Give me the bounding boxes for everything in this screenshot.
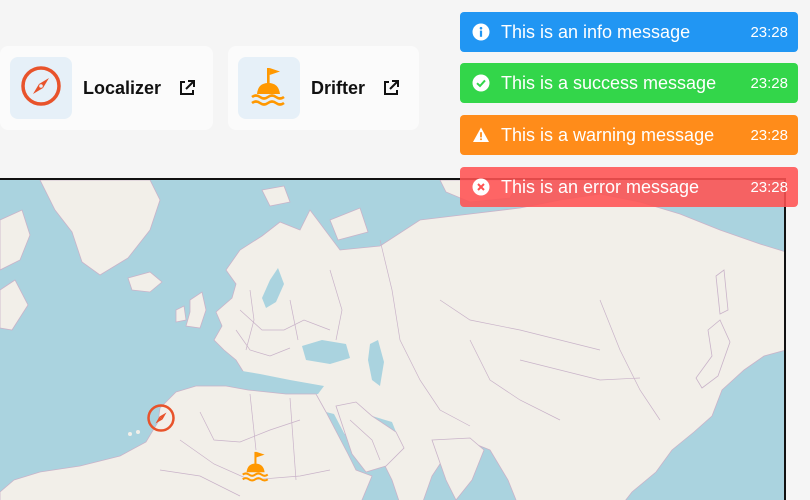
map-tiles	[0, 180, 784, 500]
toast-time: 23:28	[750, 178, 788, 196]
toast-time: 23:28	[750, 126, 788, 144]
localizer-icon-box	[10, 57, 72, 119]
compass-icon	[146, 404, 176, 437]
buoy-icon	[246, 63, 292, 114]
external-link-icon[interactable]	[177, 78, 197, 98]
toast-error[interactable]: This is an error message 23:28	[460, 167, 798, 207]
toast-warning[interactable]: This is a warning message 23:28	[460, 115, 798, 155]
map-marker-localizer[interactable]	[146, 403, 176, 438]
close-circle-icon	[472, 178, 490, 196]
app-name-localizer: Localizer	[83, 77, 162, 98]
compass-icon	[20, 65, 62, 112]
world-map[interactable]	[0, 178, 786, 500]
toast-success[interactable]: This is a success message 23:28	[460, 63, 798, 103]
toast-message: This is a success message	[501, 72, 717, 93]
buoy-icon	[238, 451, 274, 488]
toast-message: This is an error message	[501, 176, 700, 197]
toast-message: This is a warning message	[501, 124, 715, 145]
toast-time: 23:28	[750, 23, 788, 41]
app-card-drifter[interactable]: Drifter	[228, 46, 419, 130]
external-link-icon[interactable]	[381, 78, 401, 98]
drifter-icon-box	[238, 57, 300, 119]
toast-time: 23:28	[750, 74, 788, 92]
info-icon	[472, 23, 490, 41]
app-page: Localizer Drifter This is an info messag…	[0, 0, 810, 500]
warning-icon	[472, 126, 490, 144]
map-marker-drifter[interactable]	[238, 448, 274, 489]
toast-message: This is an info message	[501, 21, 691, 42]
app-name-drifter: Drifter	[311, 77, 366, 98]
check-circle-icon	[472, 74, 490, 92]
toast-info[interactable]: This is an info message 23:28	[460, 12, 798, 52]
app-card-localizer[interactable]: Localizer	[0, 46, 213, 130]
